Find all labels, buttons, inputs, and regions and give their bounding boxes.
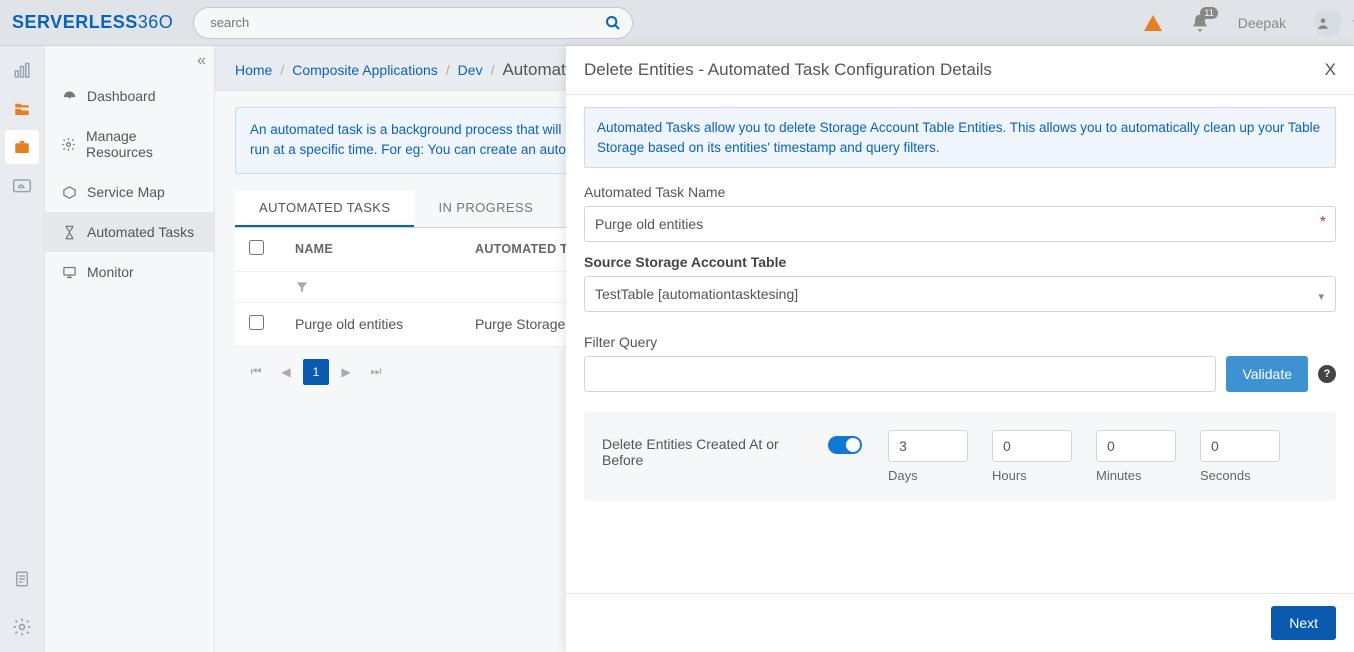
- close-icon[interactable]: X: [1325, 60, 1336, 80]
- page-last-icon[interactable]: ⏭: [363, 359, 389, 385]
- days-label: Days: [888, 468, 968, 483]
- sidebar-item-automated-tasks[interactable]: Automated Tasks: [45, 212, 214, 252]
- source-table-select[interactable]: TestTable [automationtasktesing]: [584, 276, 1336, 312]
- sidebar-item-dashboard[interactable]: Dashboard: [45, 76, 214, 116]
- help-icon[interactable]: ?: [1318, 365, 1336, 383]
- search-container: [193, 7, 633, 39]
- row-name: Purge old entities: [281, 304, 461, 344]
- rail-item-cloud[interactable]: [5, 168, 39, 202]
- panel-header: Delete Entities - Automated Task Configu…: [566, 46, 1354, 95]
- logo-text-suffix: 36O: [138, 12, 174, 32]
- panel-title: Delete Entities - Automated Task Configu…: [584, 60, 992, 80]
- required-indicator: *: [1320, 214, 1326, 232]
- sidebar-item-label: Automated Tasks: [87, 224, 194, 240]
- config-panel: Delete Entities - Automated Task Configu…: [566, 46, 1354, 652]
- search-input[interactable]: [193, 7, 633, 39]
- gear-icon: [61, 136, 76, 152]
- breadcrumb-sep: /: [491, 62, 495, 78]
- sidebar-item-label: Manage Resources: [86, 128, 198, 160]
- sidebar-item-label: Service Map: [87, 184, 165, 200]
- col-name[interactable]: NAME: [281, 230, 461, 268]
- sidebar-item-monitor[interactable]: Monitor: [45, 252, 214, 292]
- username-label[interactable]: Deepak: [1238, 15, 1286, 31]
- filter-query-input[interactable]: [584, 356, 1216, 392]
- sidebar: « Dashboard Manage Resources Service Map…: [45, 46, 215, 652]
- dashboard-icon: [61, 88, 77, 104]
- warning-icon[interactable]: [1144, 15, 1162, 31]
- sidebar-item-service-map[interactable]: Service Map: [45, 172, 214, 212]
- tab-automated-tasks[interactable]: AUTOMATED TASKS: [235, 190, 414, 227]
- search-icon[interactable]: [605, 15, 621, 31]
- source-table-label: Source Storage Account Table: [584, 254, 1336, 270]
- service-map-icon: [61, 184, 77, 200]
- icon-rail: [0, 46, 45, 652]
- next-button[interactable]: Next: [1271, 606, 1336, 640]
- minutes-input[interactable]: [1096, 430, 1176, 462]
- minutes-label: Minutes: [1096, 468, 1176, 483]
- top-bar: SERVERLESS36O 11 Deepak: [0, 0, 1354, 46]
- breadcrumb-home[interactable]: Home: [235, 62, 272, 78]
- row-checkbox[interactable]: [249, 315, 264, 330]
- page-prev-icon[interactable]: ◀: [273, 359, 299, 385]
- days-input[interactable]: [888, 430, 968, 462]
- notification-badge: 11: [1200, 7, 1217, 19]
- panel-footer: Next: [566, 593, 1354, 652]
- page-next-icon[interactable]: ▶: [333, 359, 359, 385]
- sidebar-item-manage-resources[interactable]: Manage Resources: [45, 116, 214, 172]
- hours-input[interactable]: [992, 430, 1072, 462]
- breadcrumb-sep: /: [280, 62, 284, 78]
- breadcrumb-composite[interactable]: Composite Applications: [292, 62, 438, 78]
- rail-item-analytics[interactable]: [5, 54, 39, 88]
- panel-body: Automated Tasks allow you to delete Stor…: [566, 95, 1354, 593]
- task-name-input[interactable]: [584, 206, 1336, 242]
- notifications-icon[interactable]: 11: [1190, 13, 1210, 33]
- collapse-sidebar-icon[interactable]: «: [197, 52, 206, 70]
- tab-in-progress[interactable]: IN PROGRESS: [414, 190, 557, 227]
- rail-item-briefcase[interactable]: [5, 130, 39, 164]
- seconds-input[interactable]: [1200, 430, 1280, 462]
- delete-time-section: Delete Entities Created At or Before Day…: [584, 412, 1336, 501]
- delete-at-label: Delete Entities Created At or Before: [602, 430, 802, 468]
- page-number[interactable]: 1: [303, 359, 329, 385]
- avatar[interactable]: [1314, 9, 1342, 37]
- seconds-label: Seconds: [1200, 468, 1280, 483]
- breadcrumb-sep: /: [446, 62, 450, 78]
- rail-item-settings[interactable]: [5, 610, 39, 644]
- validate-button[interactable]: Validate: [1226, 356, 1308, 392]
- logo-text-main: SERVERLESS: [12, 12, 138, 32]
- sidebar-item-label: Dashboard: [87, 88, 156, 104]
- select-all-checkbox[interactable]: [249, 240, 264, 255]
- monitor-icon: [61, 264, 77, 280]
- topbar-right: 11 Deepak: [1144, 9, 1342, 37]
- rail-item-folders[interactable]: [5, 92, 39, 126]
- page-first-icon[interactable]: ⏮: [243, 359, 269, 385]
- hours-label: Hours: [992, 468, 1072, 483]
- panel-info-banner: Automated Tasks allow you to delete Stor…: [584, 107, 1336, 168]
- filter-query-label: Filter Query: [584, 334, 1336, 350]
- logo[interactable]: SERVERLESS36O: [12, 12, 173, 33]
- rail-item-clipboard[interactable]: [5, 562, 39, 596]
- hourglass-icon: [61, 224, 77, 240]
- breadcrumb-dev[interactable]: Dev: [458, 62, 483, 78]
- delete-at-toggle[interactable]: [828, 436, 862, 454]
- sidebar-item-label: Monitor: [87, 264, 134, 280]
- task-name-label: Automated Task Name: [584, 184, 1336, 200]
